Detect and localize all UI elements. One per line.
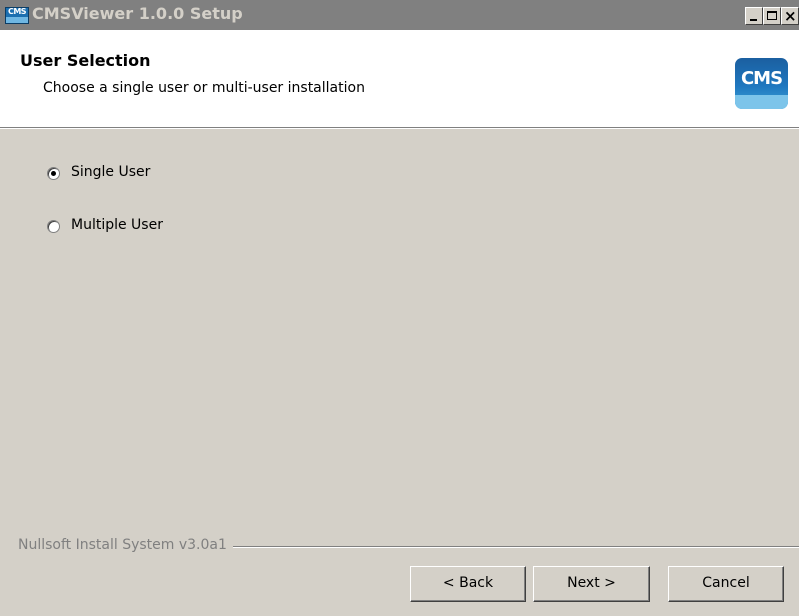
window-title: CMSViewer 1.0.0 Setup <box>32 4 243 23</box>
minimize-button[interactable] <box>745 7 763 25</box>
cms-logo: CMS <box>735 58 788 109</box>
radio-multiple-user-label[interactable]: Multiple User <box>71 217 163 233</box>
close-icon: × <box>784 7 797 25</box>
minimize-icon <box>750 19 757 21</box>
maximize-icon <box>767 11 777 20</box>
next-button[interactable]: Next > <box>533 566 650 602</box>
close-button[interactable]: × <box>781 7 799 25</box>
title-bar[interactable]: CMS CMSViewer 1.0.0 Setup × <box>0 0 799 30</box>
cancel-button[interactable]: Cancel <box>668 566 784 602</box>
back-button[interactable]: < Back <box>410 566 526 602</box>
logo-text: CMS <box>740 68 783 89</box>
installer-window: CMS CMSViewer 1.0.0 Setup × User Selecti… <box>0 0 799 616</box>
radio-button-icon[interactable] <box>47 220 60 233</box>
page-subtitle: Choose a single user or multi-user insta… <box>43 80 365 96</box>
page-title: User Selection <box>20 51 151 70</box>
app-icon-text: CMS <box>7 7 27 16</box>
installer-branding: Nullsoft Install System v3.0a1 <box>18 537 233 553</box>
maximize-button[interactable] <box>763 7 781 25</box>
header-divider <box>0 127 799 129</box>
page-header: User Selection Choose a single user or m… <box>0 30 799 127</box>
app-icon: CMS <box>5 7 29 24</box>
radio-single-user-label[interactable]: Single User <box>71 164 150 180</box>
radio-button-selected-icon[interactable] <box>47 167 60 180</box>
